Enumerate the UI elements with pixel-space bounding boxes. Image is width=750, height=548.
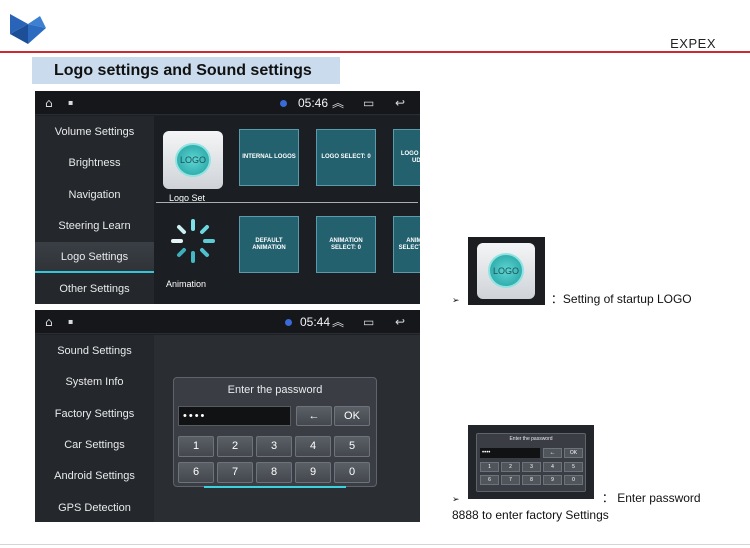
backspace-button[interactable]: ←: [296, 406, 332, 426]
logo-note: ➢ ：Setting of startup LOGO: [452, 292, 742, 309]
sidebar-item-other-settings[interactable]: Other Settings: [35, 274, 154, 305]
recent-apps-icon[interactable]: ▭: [363, 91, 374, 115]
thumb-key-8: 8: [522, 475, 541, 485]
status-bar: ⌂ ▪ 05:46 ︽ ▭ ↩: [35, 91, 420, 115]
thumb-dialog: Enter the password •••• ← OK 12345 67890: [476, 433, 586, 492]
key-3[interactable]: 3: [256, 436, 292, 457]
footer-divider: [0, 544, 750, 545]
sidebar-item-volume-settings[interactable]: Volume Settings: [35, 117, 154, 148]
key-8[interactable]: 8: [256, 462, 292, 483]
logo-badge: LOGO: [175, 143, 211, 177]
logo-badge-text: LOGO: [179, 155, 206, 165]
sidebar-item-car-settings[interactable]: Car Settings: [35, 430, 154, 461]
sidebar-item-navigation[interactable]: Navigation: [35, 180, 154, 211]
logo-thumb-icon: LOGO: [477, 243, 535, 299]
sidebar-item-brightness[interactable]: Brightness: [35, 148, 154, 179]
thumb-key-3: 3: [522, 462, 541, 472]
thumb-key-4: 4: [543, 462, 562, 472]
bluetooth-status-icon: [285, 319, 292, 326]
thumb-key-9: 9: [543, 475, 562, 485]
logo-select-tile[interactable]: LOGO SELECT: 0: [316, 129, 376, 186]
key-4[interactable]: 4: [295, 436, 331, 457]
animation-select-tile[interactable]: ANIMATION SELECT: 0: [316, 216, 376, 273]
expand-icon[interactable]: ︽: [332, 91, 344, 115]
thumb-backspace: ←: [543, 448, 562, 458]
section-title: Logo settings and Sound settings: [54, 62, 312, 79]
dialog-accent: [204, 486, 346, 488]
thumb-dialog-title: Enter the password: [509, 436, 553, 442]
password-note-line2: 8888 to enter factory Settings: [452, 508, 609, 522]
dialog-title: Enter the password: [227, 384, 323, 396]
thumb-key-5: 5: [564, 462, 583, 472]
logo-select-udisk-tile[interactable]: LOGO SELECT: UDISK2: [393, 129, 420, 186]
back-icon[interactable]: ↩: [395, 310, 405, 334]
logo-settings-screen: ⌂ ▪ 05:46 ︽ ▭ ↩ Volume Settings Brightnes…: [35, 91, 420, 304]
sidebar-item-steering-learn[interactable]: Steering Learn: [35, 211, 154, 242]
password-screen: ⌂ ▪ 05:44 ︽ ▭ ↩ Sound Settings System Inf…: [35, 310, 420, 522]
recent-apps-icon[interactable]: ▭: [363, 310, 374, 334]
key-0[interactable]: 0: [334, 462, 370, 483]
row-divider: [156, 202, 418, 203]
sidebar-item-gps-detection[interactable]: GPS Detection: [35, 493, 154, 523]
internal-logos-tile[interactable]: INTERNAL LOGOS: [239, 129, 299, 186]
header-divider: [0, 51, 750, 53]
brand-logo: [10, 14, 46, 44]
thumb-key-2: 2: [501, 462, 520, 472]
key-6[interactable]: 6: [178, 462, 214, 483]
password-note: ➢ ： Enter password 8888 to enter factory…: [452, 491, 742, 523]
password-field[interactable]: ••••: [178, 406, 291, 426]
notification-icon: ▪: [68, 98, 74, 107]
logo-set-icon[interactable]: LOGO: [163, 131, 223, 189]
logo-panel: LOGO Logo Set INTERNAL LOGOS LOGO SELECT…: [154, 116, 420, 304]
notification-icon: ▪: [68, 317, 74, 326]
bullet-arrow-icon: ➢: [452, 296, 460, 306]
password-thumbnail: Enter the password •••• ← OK 12345 67890: [468, 425, 594, 499]
thumb-key-7: 7: [501, 475, 520, 485]
thumb-ok: OK: [564, 448, 583, 458]
back-icon[interactable]: ↩: [395, 91, 405, 115]
section-title-bar: Logo settings and Sound settings: [32, 57, 340, 84]
sidebar-item-android-settings[interactable]: Android Settings: [35, 461, 154, 492]
logo-thumb-text: LOGO: [492, 266, 519, 276]
sound-panel: Enter the password •••• ← OK 12345 67890: [154, 335, 420, 522]
expand-icon[interactable]: ︽: [332, 310, 344, 334]
password-note-line1: ： Enter password: [601, 491, 701, 505]
bluetooth-status-icon: [280, 100, 287, 107]
key-2[interactable]: 2: [217, 436, 253, 457]
animation-select-udisk-tile[interactable]: ANIMATION SELECT: UDISK2: [393, 216, 420, 273]
thumb-key-0: 0: [564, 475, 583, 485]
logo-thumb-badge: LOGO: [488, 253, 524, 288]
home-icon[interactable]: ⌂: [45, 310, 53, 334]
status-time: 05:46: [298, 96, 329, 110]
animation-icon[interactable]: [168, 216, 218, 266]
key-9[interactable]: 9: [295, 462, 331, 483]
brand-name: EXPEX: [670, 36, 716, 51]
key-5[interactable]: 5: [334, 436, 370, 457]
password-dialog: Enter the password •••• ← OK 12345 67890: [173, 377, 377, 488]
spinner-icon: [171, 219, 215, 263]
settings-sidebar: Volume Settings Brightness Navigation Steer…: [35, 116, 154, 304]
thumb-key-1: 1: [480, 462, 499, 472]
status-bar: ⌂ ▪ 05:44 ︽ ▭ ↩: [35, 310, 420, 334]
key-1[interactable]: 1: [178, 436, 214, 457]
sidebar-item-factory-settings[interactable]: Factory Settings: [35, 399, 154, 430]
bullet-arrow-icon: ➢: [452, 495, 460, 505]
home-icon[interactable]: ⌂: [45, 91, 53, 115]
sidebar-item-logo-settings[interactable]: Logo Settings: [35, 242, 154, 274]
key-7[interactable]: 7: [217, 462, 253, 483]
sidebar-item-sound-settings[interactable]: Sound Settings: [35, 336, 154, 367]
animation-caption: Animation: [166, 279, 207, 289]
thumb-key-6: 6: [480, 475, 499, 485]
thumb-password-field: ••••: [480, 448, 540, 458]
default-animation-tile[interactable]: DEFAULT ANIMATION: [239, 216, 299, 273]
sidebar-item-system-info[interactable]: System Info: [35, 367, 154, 398]
settings-sidebar: Sound Settings System Info Factory Setting…: [35, 335, 154, 522]
ok-button[interactable]: OK: [334, 406, 370, 426]
status-time: 05:44: [300, 315, 331, 329]
logo-note-text: ：Setting of startup LOGO: [550, 292, 692, 306]
